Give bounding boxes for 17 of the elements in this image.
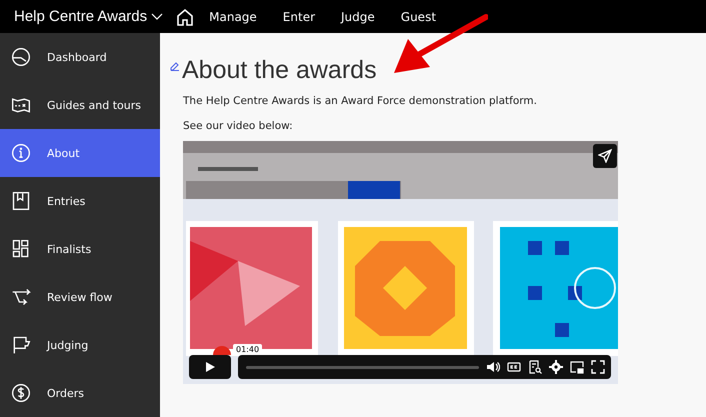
sidebar-item[interactable]: About bbox=[0, 129, 160, 177]
sidebar-item[interactable]: Guides and tours bbox=[0, 81, 160, 129]
sidebar-item[interactable]: Dashboard bbox=[0, 33, 160, 81]
page-heading: About the awards bbox=[182, 55, 377, 85]
sidebar-item[interactable]: Entries bbox=[0, 177, 160, 225]
sidebar-item[interactable]: Finalists bbox=[0, 225, 160, 273]
paragraph: See our video below: bbox=[183, 120, 294, 132]
nav-link[interactable]: Judge bbox=[341, 10, 375, 24]
sidebar-item[interactable]: Orders bbox=[0, 369, 160, 417]
app-title[interactable]: Help Centre Awards bbox=[14, 8, 148, 25]
nav-link[interactable]: Enter bbox=[282, 10, 316, 24]
sidebar-item[interactable]: Review flow bbox=[0, 273, 160, 321]
time-tooltip: 01:40 bbox=[233, 344, 262, 355]
sidebar-item[interactable]: Judging bbox=[0, 321, 160, 369]
nav-link[interactable]: Guest bbox=[400, 10, 436, 24]
paragraph: The Help Centre Awards is an Award Force demonstration platform. bbox=[183, 95, 538, 107]
nav-link[interactable]: Manage bbox=[209, 10, 257, 24]
